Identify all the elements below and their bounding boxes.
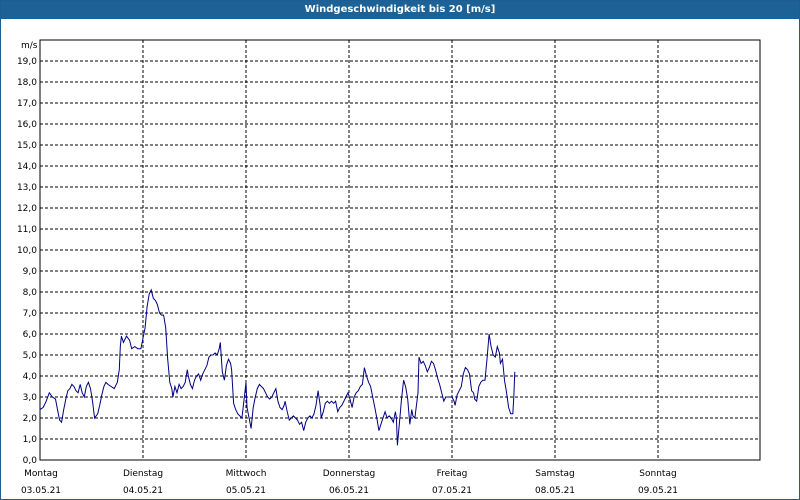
- y-tick-label: 4,0: [23, 372, 38, 382]
- y-tick-label: 3,0: [23, 393, 38, 403]
- x-date-label: 06.05.21: [329, 486, 369, 496]
- y-tick-label: 6,0: [23, 330, 38, 340]
- y-tick-label: 13,0: [17, 183, 37, 193]
- x-day-label: Montag: [24, 469, 58, 479]
- x-date-label: 03.05.21: [21, 486, 61, 496]
- x-date-label: 07.05.21: [432, 486, 472, 496]
- y-tick-label: 14,0: [17, 162, 37, 172]
- y-tick-label: 16,0: [17, 120, 37, 130]
- y-tick-label: 17,0: [17, 99, 37, 109]
- x-date-label: 04.05.21: [123, 486, 163, 496]
- y-tick-label: 12,0: [17, 204, 37, 214]
- y-tick-label: 7,0: [23, 309, 38, 319]
- x-day-label: Freitag: [437, 469, 468, 479]
- y-tick-label: 15,0: [17, 141, 37, 151]
- y-tick-label: 5,0: [23, 351, 38, 361]
- x-date-label: 08.05.21: [535, 486, 575, 496]
- y-tick-label: 1,0: [23, 435, 38, 445]
- y-tick-labels: 0,0 1,0 2,0 3,0 4,0 5,0 6,0 7,0 8,0 9,0 10,0 11,0 12…: [17, 57, 37, 466]
- y-tick-label: 8,0: [23, 288, 38, 298]
- x-day-label: Sonntag: [639, 469, 676, 479]
- grid-lines: [40, 40, 760, 460]
- y-tick-label: 10,0: [17, 246, 37, 256]
- x-day-label: Mittwoch: [226, 469, 267, 479]
- y-tick-label: 9,0: [23, 267, 38, 277]
- x-day-label: Samstag: [535, 469, 574, 479]
- y-tick-label: 19,0: [17, 57, 37, 67]
- y-tick-label: 11,0: [17, 225, 37, 235]
- x-tick-labels: Montag 03.05.21 Dienstag 04.05.21 Mittwoch 05…: [21, 469, 678, 496]
- y-tick-label: 2,0: [23, 414, 38, 424]
- y-axis-unit-label: m/s: [21, 41, 38, 51]
- wind-speed-chart: m/s 0,0 1,0 2,0 3,0 4,0 5,0 6,0 7,0 8,0 9,0 10,0 11…: [17, 39, 761, 496]
- x-date-label: 05.05.21: [226, 486, 266, 496]
- y-tick-label: 18,0: [17, 78, 37, 88]
- x-day-label: Donnerstag: [323, 469, 376, 479]
- x-date-label: 09.05.21: [638, 486, 678, 496]
- x-day-label: Dienstag: [123, 469, 163, 479]
- y-tick-label: 0,0: [23, 456, 38, 466]
